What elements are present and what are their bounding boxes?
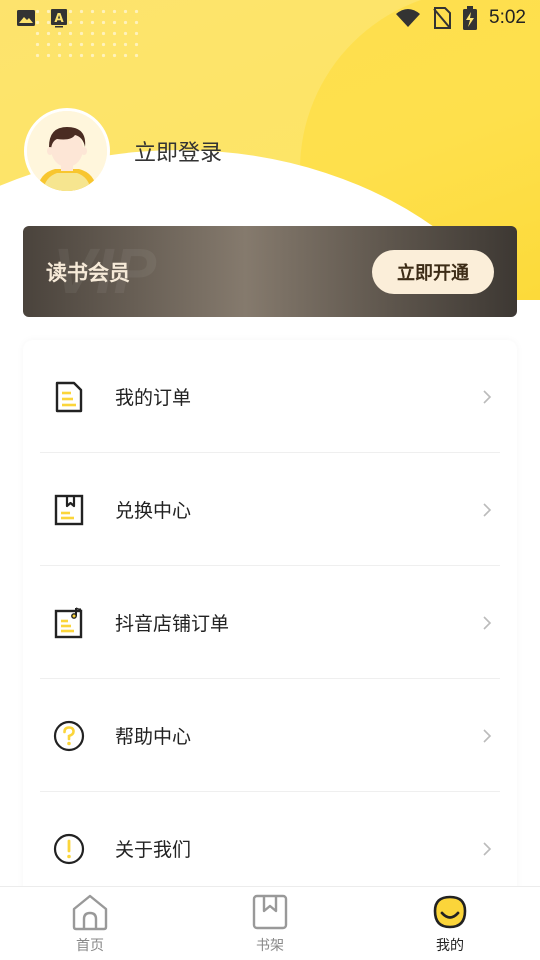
user-avatar[interactable] bbox=[24, 108, 110, 194]
bottom-nav: 首页 书架 我的 bbox=[0, 886, 540, 960]
nav-item-bookshelf[interactable]: 书架 bbox=[180, 887, 360, 960]
wifi-icon bbox=[396, 9, 421, 27]
menu-item-douyin-orders[interactable]: 抖音店铺订单 bbox=[40, 566, 500, 679]
avatar-illustration bbox=[27, 111, 107, 191]
menu-item-orders[interactable]: 我的订单 bbox=[40, 340, 500, 453]
chevron-right-icon bbox=[483, 841, 492, 856]
font-a-icon: A bbox=[51, 9, 67, 28]
menu-label: 抖音店铺订单 bbox=[115, 613, 230, 635]
profile-smile-icon bbox=[433, 895, 467, 929]
chevron-right-icon bbox=[483, 615, 492, 630]
menu-label: 我的订单 bbox=[115, 387, 192, 409]
vip-open-button[interactable]: 立即开通 bbox=[372, 249, 494, 294]
redeem-book-icon bbox=[54, 494, 84, 525]
status-time: 5:02 bbox=[489, 7, 526, 28]
menu-item-help[interactable]: 帮助中心 bbox=[40, 679, 500, 792]
no-sim-icon bbox=[433, 7, 452, 29]
vip-card[interactable]: VIP 读书会员 立即开通 bbox=[23, 226, 517, 317]
menu-label: 关于我们 bbox=[115, 839, 192, 861]
menu-label: 兑换中心 bbox=[115, 500, 192, 522]
chevron-right-icon bbox=[483, 728, 492, 743]
svg-text:A: A bbox=[54, 11, 64, 25]
douyin-order-icon bbox=[54, 606, 83, 638]
nav-item-profile[interactable]: 我的 bbox=[360, 887, 540, 960]
help-question-icon bbox=[53, 720, 85, 751]
image-icon bbox=[17, 10, 35, 26]
order-doc-icon bbox=[55, 381, 83, 412]
nav-label: 首页 bbox=[76, 938, 104, 954]
home-icon bbox=[72, 894, 108, 931]
status-bar: A 5:02 bbox=[0, 0, 540, 36]
chevron-right-icon bbox=[483, 389, 492, 404]
menu-item-redeem[interactable]: 兑换中心 bbox=[40, 453, 500, 566]
profile-section[interactable]: 立即登录 bbox=[24, 108, 222, 194]
login-link[interactable]: 立即登录 bbox=[134, 135, 222, 167]
about-exclamation-icon bbox=[53, 833, 85, 864]
menu-card: 我的订单 兑换中心 抖音店铺订单 帮助中心 关于我们 bbox=[23, 340, 517, 900]
chevron-right-icon bbox=[483, 502, 492, 517]
menu-label: 帮助中心 bbox=[115, 726, 192, 748]
vip-title: 读书会员 bbox=[46, 260, 130, 285]
bookshelf-icon bbox=[252, 894, 288, 930]
nav-item-home[interactable]: 首页 bbox=[0, 887, 180, 960]
nav-label: 书架 bbox=[256, 938, 284, 954]
battery-charging-icon bbox=[463, 6, 478, 30]
nav-label: 我的 bbox=[436, 938, 464, 954]
